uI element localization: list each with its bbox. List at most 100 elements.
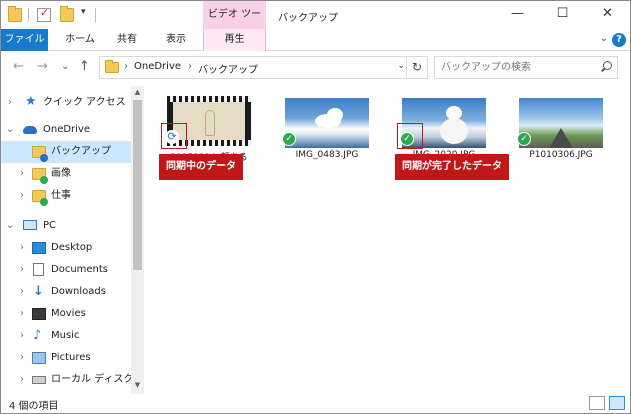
file-thumbnail-image[interactable] [285,98,369,148]
details-view-icon[interactable] [589,396,605,410]
refresh-button[interactable]: ↻ [406,57,427,78]
forward-button[interactable]: → [37,59,48,74]
sidebar-item-music[interactable]: › ♪ Music [1,325,131,347]
breadcrumb-separator: › [124,61,128,72]
search-box[interactable] [434,56,618,79]
folder-icon [105,60,119,73]
synced-check-icon: ✓ [517,132,531,146]
chevron-right-icon[interactable]: › [17,185,27,207]
up-button[interactable]: ↑ [79,59,90,74]
local-disk-icon [32,376,46,384]
chevron-right-icon[interactable]: › [17,347,27,369]
documents-icon [33,263,44,276]
tab-home[interactable]: ホーム [59,29,101,51]
scroll-down-icon[interactable]: ▼ [131,379,144,392]
title-bar: ▾ ビデオ ツール バックアップ — ☐ ✕ [1,1,630,48]
sync-arrows-icon [40,154,48,162]
minimize-button[interactable]: — [495,1,540,29]
large-icons-view-icon[interactable] [609,396,625,410]
desktop-icon [32,242,46,254]
onedrive-cloud-icon [23,126,37,134]
file-thumbnail-image[interactable] [519,98,603,148]
scrollbar-thumb[interactable] [133,100,142,270]
sidebar-item-label: PC [43,220,57,231]
sidebar-item-label: Downloads [51,286,106,297]
pictures-icon [32,352,46,364]
tab-play[interactable]: 再生 [203,29,266,51]
sidebar-item-label: Music [51,330,80,341]
close-button[interactable]: ✕ [585,1,630,29]
sidebar-item-label: バックアップ [51,146,111,157]
pc-icon [23,220,37,230]
sidebar-scrollbar[interactable]: ▲ ▼ [131,86,144,394]
chevron-right-icon[interactable]: › [17,163,27,185]
address-history-icon[interactable]: ⌄ [397,61,405,71]
sidebar-item-movies[interactable]: › Movies [1,303,131,325]
window-title: バックアップ [278,13,338,24]
music-icon: ♪ [33,328,42,343]
search-input[interactable] [435,57,595,78]
breadcrumb-separator: › [188,61,192,72]
chevron-down-icon[interactable]: ⌄ [5,119,15,141]
recent-locations-button[interactable]: ⌄ [61,61,69,72]
sidebar-item-pc[interactable]: ⌄ PC [1,215,131,237]
back-button[interactable]: ← [13,59,24,74]
breadcrumb-onedrive[interactable]: OneDrive [134,61,181,72]
tab-view[interactable]: 表示 [156,29,196,51]
file-name[interactable]: P1010306.JPG [513,150,609,160]
navigation-pane: › ★ クイック アクセス ⌄ OneDrive バックアップ › 画像 › 仕… [1,86,144,394]
ribbon-expand-icon[interactable]: ⌄ [600,33,608,44]
scroll-up-icon[interactable]: ▲ [131,86,144,99]
tab-share[interactable]: 共有 [109,29,145,51]
downloads-icon: ↓ [33,284,44,299]
sidebar-item-label: クイック アクセス [43,97,126,108]
maximize-button[interactable]: ☐ [540,1,585,29]
chevron-right-icon[interactable]: › [17,259,27,281]
star-icon: ★ [25,94,37,109]
check-icon [40,198,48,206]
callout-syncing-label: 同期中のデータ [159,154,243,180]
chevron-right-icon[interactable]: › [17,325,27,347]
check-icon [40,176,48,184]
ribbon-tabs: ファイル ホーム 共有 表示 再生 ⌄ ? [1,29,630,51]
file-name[interactable]: IMG_0483.JPG [279,150,375,160]
item-count: 4 個の項目 [9,401,59,412]
status-bar: 4 個の項目 [1,394,630,413]
sidebar-item-local-disk[interactable]: › ローカル ディスク (C [1,369,144,391]
search-icon[interactable] [600,61,612,73]
movies-icon [32,308,46,320]
breadcrumb-backup[interactable]: バックアップ [198,61,258,76]
chevron-down-icon[interactable]: ⌄ [5,215,15,237]
sidebar-item-label: Documents [51,264,109,275]
customize-quick-access-icon[interactable]: ▾ [81,7,86,17]
sidebar-item-work[interactable]: › 仕事 [1,185,131,207]
sidebar-item-onedrive[interactable]: ⌄ OneDrive [1,119,131,141]
sidebar-item-pictures[interactable]: › Pictures [1,347,131,369]
sidebar-item-documents[interactable]: › Documents [1,259,131,281]
file-list: ⟳ 20151224_顔ある ✓ IMG_0483.JPG ✓ IMG_2020… [147,86,630,394]
tab-file[interactable]: ファイル [1,29,48,51]
sidebar-item-label: Pictures [51,352,91,363]
help-icon[interactable]: ? [612,33,626,47]
new-folder-icon[interactable] [60,6,74,22]
chevron-right-icon[interactable]: › [5,92,15,114]
chevron-right-icon[interactable]: › [17,281,27,303]
chevron-right-icon[interactable]: › [17,237,27,259]
callout-highlight-synced [397,123,423,149]
sidebar-item-desktop[interactable]: › Desktop [1,237,131,259]
sidebar-item-label: OneDrive [43,124,91,135]
explorer-window: ▾ ビデオ ツール バックアップ — ☐ ✕ ファイル ホーム 共有 表示 再生… [0,0,631,414]
folder-icon [8,6,22,22]
sidebar-item-label: Movies [51,308,86,319]
chevron-right-icon[interactable]: › [17,369,27,391]
sidebar-item-pictures-jp[interactable]: › 画像 [1,163,131,185]
synced-check-icon: ✓ [282,132,296,146]
properties-icon[interactable] [37,6,51,22]
navigation-bar: ← → ⌄ ↑ › OneDrive › バックアップ ⌄ ↻ [1,52,630,83]
address-bar[interactable]: › OneDrive › バックアップ ⌄ ↻ [99,56,428,79]
sidebar-item-downloads[interactable]: › ↓ Downloads [1,281,131,303]
sidebar-item-backup[interactable]: バックアップ [1,141,131,163]
sidebar-item-quick-access[interactable]: › ★ クイック アクセス [1,92,131,114]
quick-access-separator [28,8,29,22]
chevron-right-icon[interactable]: › [17,303,27,325]
